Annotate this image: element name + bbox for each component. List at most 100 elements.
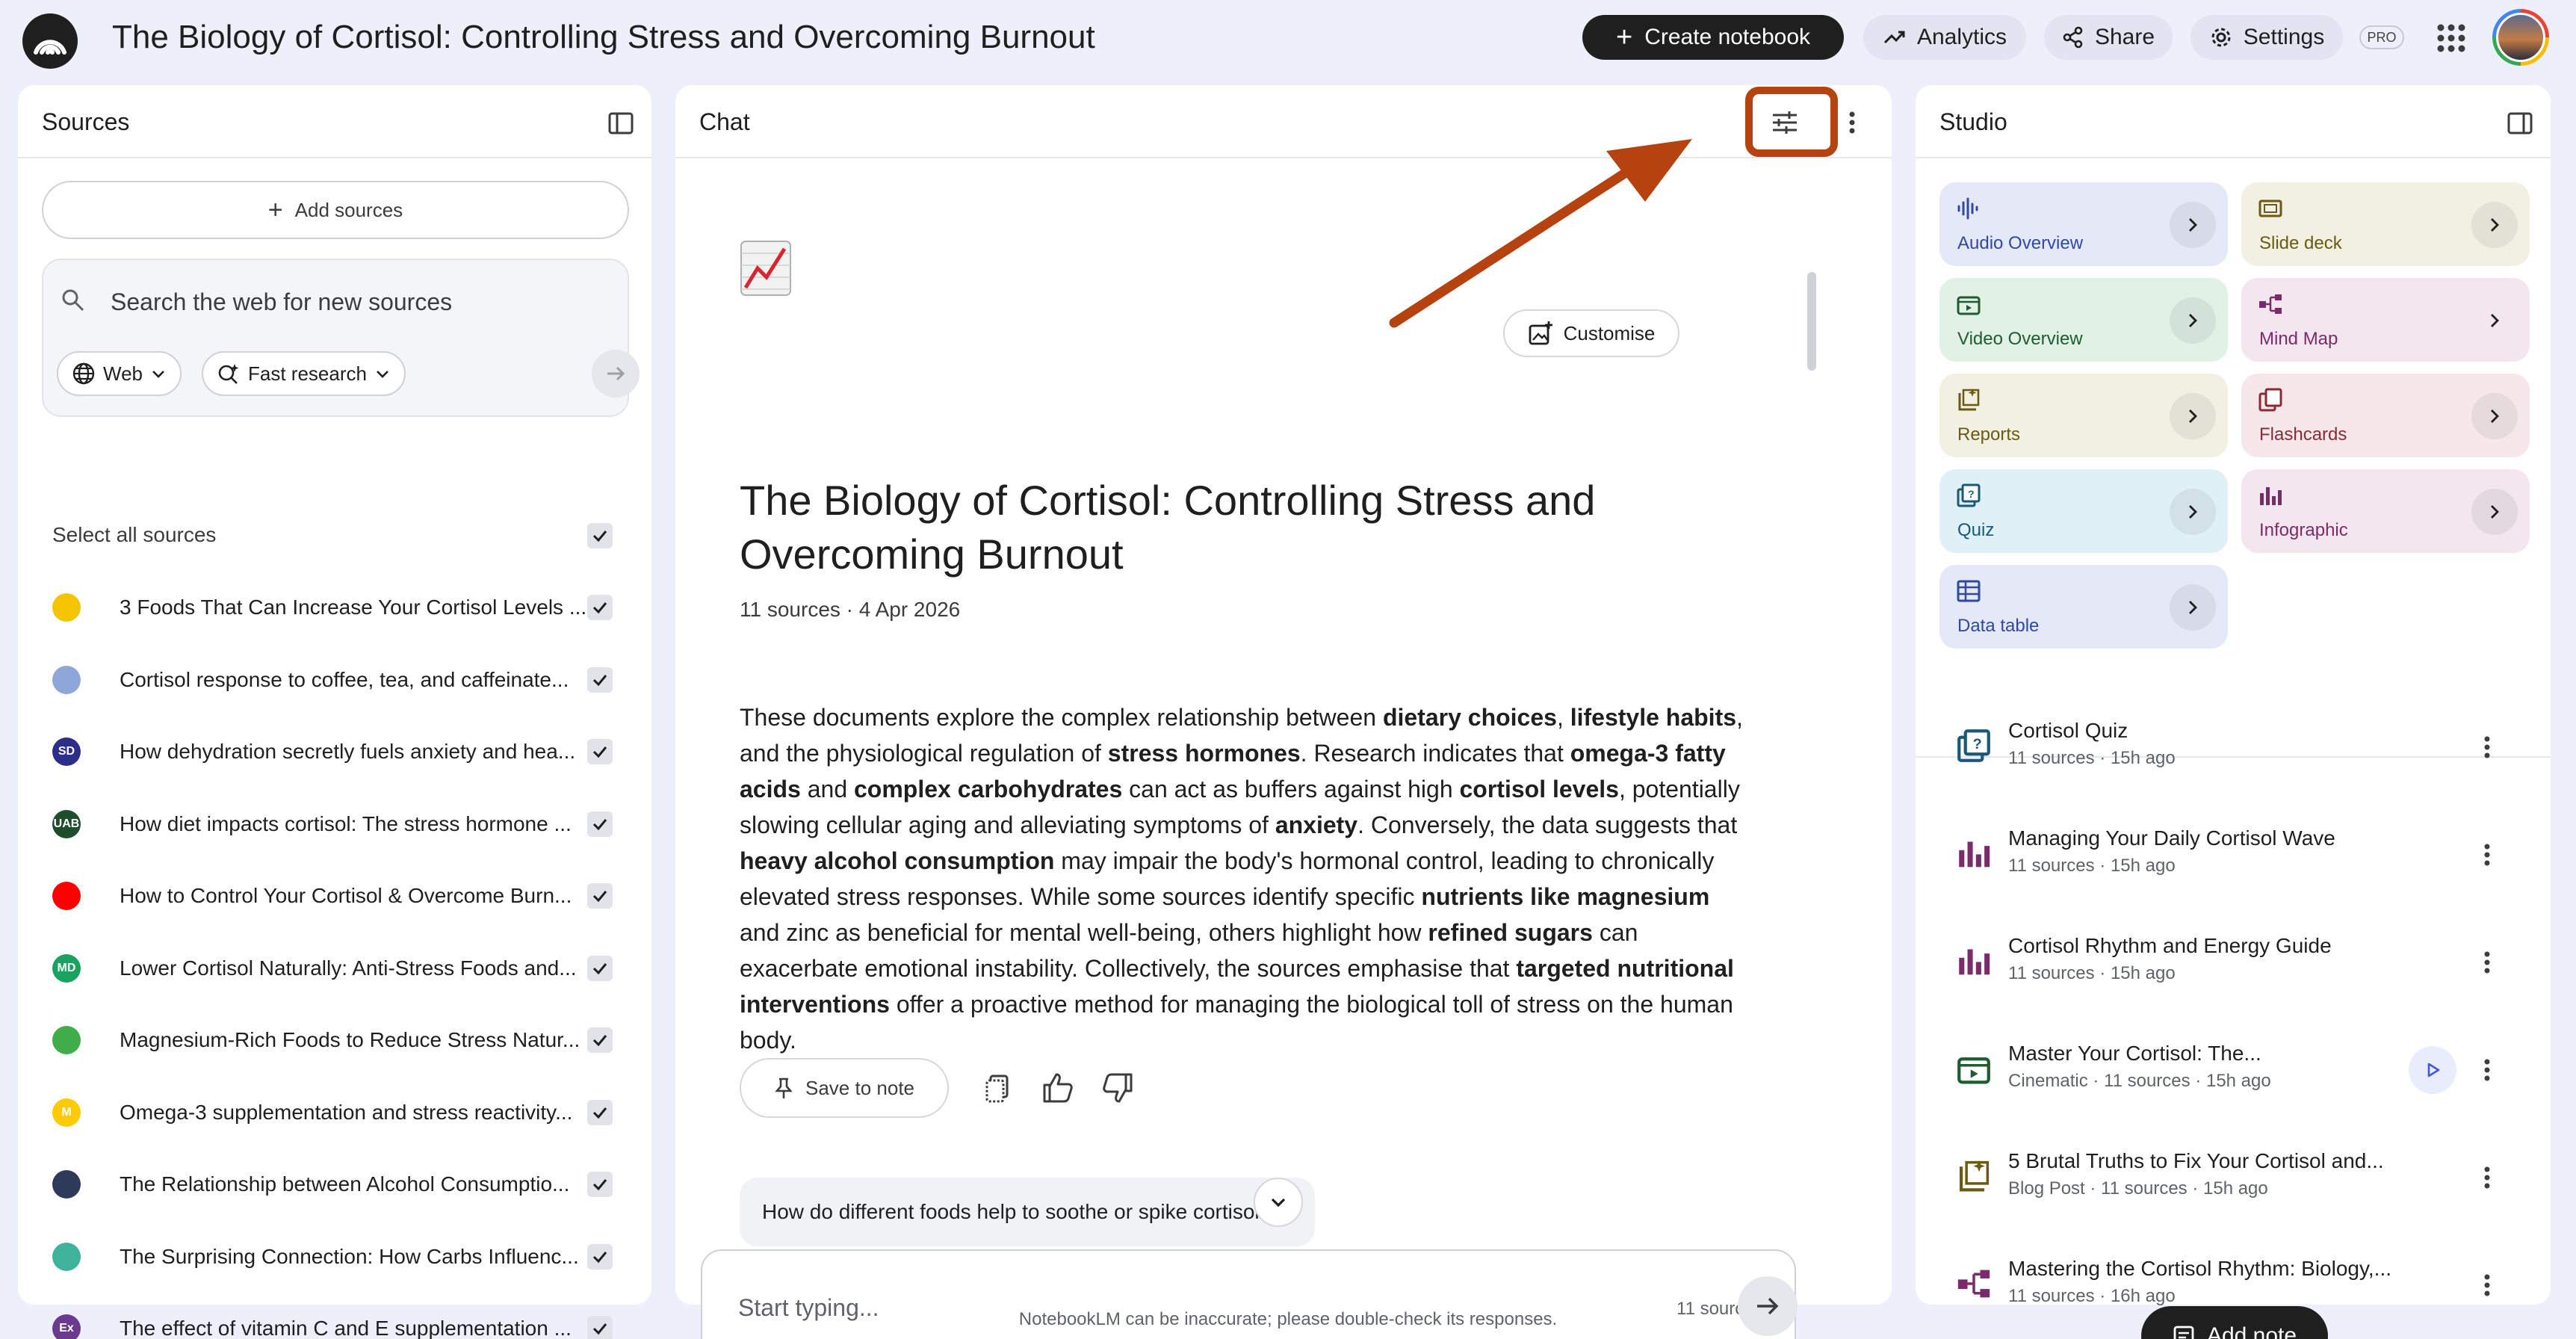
chat-title: Chat: [699, 108, 750, 135]
source-checkbox[interactable]: [587, 1099, 613, 1125]
chevron-right-icon[interactable]: [2170, 393, 2216, 439]
chevron-right-icon[interactable]: [2170, 297, 2216, 344]
chevron-right-icon[interactable]: [2471, 297, 2518, 344]
share-button[interactable]: Share: [2044, 15, 2173, 60]
chat-scrollbar[interactable]: [1807, 272, 1816, 371]
infographic-icon: [2258, 483, 2283, 508]
source-item-label: The Surprising Connection: How Carbs Inf…: [120, 1244, 579, 1268]
source-item-label: 3 Foods That Can Increase Your Cortisol …: [120, 596, 587, 619]
chevron-right-icon[interactable]: [2471, 489, 2518, 535]
pro-badge: PRO: [2359, 25, 2404, 49]
source-checkbox[interactable]: [587, 667, 613, 693]
source-item[interactable]: Magnesium-Rich Foods to Reduce Stress Na…: [52, 1017, 643, 1062]
play-icon[interactable]: [2409, 1046, 2456, 1094]
quiz-icon: ?: [1956, 728, 1992, 764]
studio-tile[interactable]: Reports: [1939, 374, 2228, 457]
user-avatar[interactable]: [2492, 9, 2549, 66]
infographic-icon: [1956, 835, 1992, 871]
studio-note-item[interactable]: Managing Your Daily Cortisol Wave 11 sour…: [1956, 825, 2516, 900]
source-checkbox[interactable]: [587, 1027, 613, 1053]
studio-tile[interactable]: Audio Overview: [1939, 182, 2228, 266]
save-to-note-button[interactable]: Save to note: [740, 1058, 949, 1118]
note-more-options-icon[interactable]: [2476, 1052, 2498, 1088]
collapse-panel-icon[interactable]: [2507, 112, 2533, 134]
gear-icon: [2209, 25, 2233, 49]
studio-tile[interactable]: Slide deck: [2241, 182, 2530, 266]
source-item[interactable]: The Surprising Connection: How Carbs Inf…: [52, 1234, 643, 1278]
studio-note-meta: 11 sources · 15h ago: [2008, 748, 2176, 768]
studio-tile[interactable]: Flashcards: [2241, 374, 2530, 457]
summary-keyterm: anxiety: [1275, 811, 1358, 838]
chevron-right-icon[interactable]: [2471, 202, 2518, 248]
studio-note-item[interactable]: Master Your Cortisol: The... Cinematic · …: [1956, 1040, 2516, 1115]
source-item[interactable]: UAB How diet impacts cortisol: The stress…: [52, 801, 643, 846]
summary-text: . Conversely, the data suggests that: [1357, 811, 1738, 838]
note-more-options-icon[interactable]: [2476, 1267, 2498, 1303]
source-item[interactable]: The Relationship between Alcohol Consump…: [52, 1161, 643, 1206]
chevron-right-icon[interactable]: [2170, 584, 2216, 631]
source-item[interactable]: 3 Foods That Can Increase Your Cortisol …: [52, 584, 643, 629]
collapse-panel-icon[interactable]: [608, 112, 634, 134]
audio-waveform-icon: [1956, 196, 1981, 221]
notebook-title[interactable]: The Biology of Cortisol: Controlling Str…: [112, 15, 1095, 60]
settings-button[interactable]: Settings: [2190, 15, 2343, 60]
reports-icon: [1956, 387, 1981, 412]
copy-icon[interactable]: [980, 1070, 1016, 1106]
note-more-options-icon[interactable]: [2476, 1160, 2498, 1196]
studio-tile[interactable]: ? Quiz: [1939, 469, 2228, 553]
web-dropdown[interactable]: Web: [57, 351, 182, 396]
studio-note-item[interactable]: ? Cortisol Quiz 11 sources · 15h ago: [1956, 717, 2516, 792]
source-checkbox[interactable]: [587, 739, 613, 764]
scroll-to-bottom-button[interactable]: [1254, 1178, 1303, 1227]
source-item[interactable]: SD How dehydration secretly fuels anxiety…: [52, 729, 643, 773]
studio-note-item[interactable]: 5 Brutal Truths to Fix Your Cortisol and…: [1956, 1148, 2516, 1222]
studio-tile[interactable]: Data table: [1939, 565, 2228, 649]
chat-more-options-icon[interactable]: [1841, 105, 1863, 140]
studio-tile-label: Video Overview: [1957, 329, 2083, 349]
select-all-label: Select all sources: [52, 523, 217, 546]
studio-note-title: Managing Your Daily Cortisol Wave: [2008, 826, 2335, 850]
source-checkbox[interactable]: [587, 955, 613, 981]
source-item[interactable]: M Omega-3 supplementation and stress reac…: [52, 1089, 643, 1134]
studio-tile-label: Mind Map: [2259, 329, 2338, 349]
chart-increasing-emoji-icon: [740, 238, 792, 298]
apps-grid-icon[interactable]: [2433, 19, 2470, 57]
note-more-options-icon[interactable]: [2476, 837, 2498, 873]
source-item[interactable]: Cortisol response to coffee, tea, and ca…: [52, 657, 643, 702]
notebook-meta: 11 sources · 4 Apr 2026: [740, 598, 961, 621]
notebooklm-logo-icon[interactable]: [22, 13, 78, 69]
add-sources-button[interactable]: + Add sources: [42, 181, 629, 239]
thumbs-down-icon[interactable]: [1100, 1070, 1136, 1106]
source-checkbox[interactable]: [587, 1172, 613, 1197]
analytics-button[interactable]: Analytics: [1863, 15, 2026, 60]
summary-keyterm: dietary choices: [1382, 704, 1557, 731]
youtube-icon: [52, 882, 81, 910]
research-mode-dropdown[interactable]: Fast research: [202, 351, 406, 396]
source-item[interactable]: MD Lower Cortisol Naturally: Anti-Stress …: [52, 945, 643, 990]
studio-panel: Studio Audio Overview Slide deck Video Ove…: [1916, 85, 2551, 1339]
summary-text: . Research indicates that: [1300, 740, 1570, 767]
source-item[interactable]: How to Control Your Cortisol & Overcome …: [52, 873, 643, 918]
studio-note-title: Cortisol Rhythm and Energy Guide: [2008, 934, 2332, 957]
source-checkbox[interactable]: [587, 811, 613, 837]
studio-tile[interactable]: Mind Map: [2241, 278, 2530, 362]
source-search-input[interactable]: [111, 279, 559, 324]
chevron-right-icon[interactable]: [2471, 393, 2518, 439]
studio-tile[interactable]: Infographic: [2241, 469, 2530, 553]
sources-panel: Sources + Add sources Web Fast research: [18, 85, 651, 1339]
studio-tile[interactable]: Video Overview: [1939, 278, 2228, 362]
source-checkbox[interactable]: [587, 595, 613, 620]
source-checkbox[interactable]: [587, 1243, 613, 1270]
note-more-options-icon[interactable]: [2476, 944, 2498, 980]
note-more-options-icon[interactable]: [2476, 729, 2498, 765]
source-checkbox[interactable]: [587, 883, 613, 909]
summary-keyterm: refined sugars: [1428, 919, 1593, 946]
chevron-right-icon[interactable]: [2170, 489, 2216, 535]
suggested-question-chip[interactable]: How do different foods help to soothe or…: [740, 1178, 1315, 1246]
chevron-right-icon[interactable]: [2170, 202, 2216, 248]
select-all-checkbox[interactable]: [587, 523, 613, 548]
thumbs-up-icon[interactable]: [1040, 1070, 1076, 1106]
submit-search-button[interactable]: [592, 350, 640, 398]
create-notebook-button[interactable]: + Create notebook: [1582, 15, 1844, 60]
studio-note-item[interactable]: Cortisol Rhythm and Energy Guide 11 sourc…: [1956, 933, 2516, 1007]
